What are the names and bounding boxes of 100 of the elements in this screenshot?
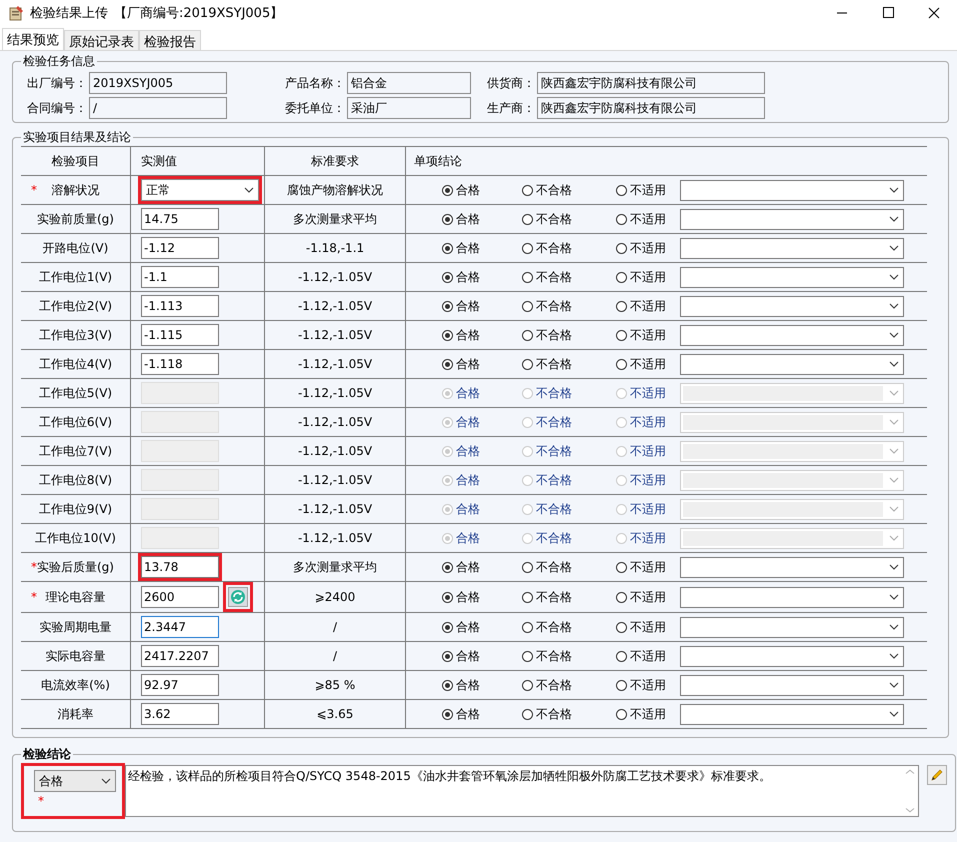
- readonly-field[interactable]: /: [89, 97, 227, 119]
- value-field[interactable]: 2417.2207: [141, 645, 219, 667]
- radio-button[interactable]: [442, 300, 453, 312]
- radio-button[interactable]: [616, 272, 627, 282]
- item-label: 实验周期电量: [40, 618, 112, 636]
- standard-text: -1.12,-1.05V: [298, 357, 372, 371]
- remark-dropdown[interactable]: [680, 238, 904, 258]
- value-field[interactable]: -1.12: [141, 237, 219, 259]
- radio-button[interactable]: [522, 650, 533, 662]
- remark-dropdown[interactable]: [680, 266, 904, 288]
- value-field[interactable]: 2.3447: [141, 616, 219, 638]
- item-label: 电流效率(%): [41, 676, 110, 694]
- radio-button[interactable]: [616, 562, 627, 572]
- value-field[interactable]: 2600: [141, 586, 219, 608]
- radio-label: 合格: [456, 648, 480, 664]
- conclusion-dropdown[interactable]: 合格: [34, 770, 116, 792]
- standard-text: -1.12,-1.05V: [298, 415, 372, 429]
- standard-text: 多次测量求平均: [293, 560, 377, 574]
- remark-dropdown[interactable]: [680, 646, 904, 666]
- remark-dropdown[interactable]: [680, 616, 904, 638]
- radio-button[interactable]: [442, 708, 453, 720]
- radio-button[interactable]: [442, 184, 453, 196]
- radio-button[interactable]: [442, 272, 453, 282]
- remark-dropdown[interactable]: [680, 674, 904, 696]
- radio-button[interactable]: [442, 592, 453, 602]
- radio-button[interactable]: [442, 330, 453, 340]
- readonly-field[interactable]: 陕西鑫宏宇防腐科技有限公司: [537, 97, 765, 119]
- standard-text: ⩾2400: [314, 590, 356, 604]
- remark-dropdown[interactable]: [680, 324, 904, 346]
- radio-button[interactable]: [522, 592, 533, 602]
- value-field[interactable]: -1.1: [141, 266, 219, 288]
- radio-button[interactable]: [522, 708, 533, 720]
- radio-button[interactable]: [442, 214, 453, 224]
- radio-button[interactable]: [616, 680, 627, 690]
- radio-button[interactable]: [522, 272, 533, 282]
- readonly-field[interactable]: 采油厂: [347, 97, 471, 119]
- remark-dropdown[interactable]: [680, 180, 904, 200]
- tab[interactable]: 原始记录表: [64, 30, 139, 50]
- conclusion-text-area[interactable]: 经检验，该样品的所检项目符合Q/SYCQ 3548-2015《油水井套管环氧涂层加牺牲阳极外防腐工艺技术要求》标准要求。: [125, 765, 919, 817]
- radio-button[interactable]: [522, 300, 533, 312]
- chevron-down-icon: [889, 303, 899, 309]
- remark-dropdown[interactable]: [680, 586, 904, 608]
- radio-button[interactable]: [442, 680, 453, 690]
- readonly-field[interactable]: 2019XSYJ005: [89, 72, 227, 94]
- value-field[interactable]: 13.78: [141, 556, 219, 578]
- radio-button[interactable]: [616, 650, 627, 662]
- radio-button[interactable]: [442, 562, 453, 572]
- value-field[interactable]: -1.115: [141, 324, 219, 346]
- radio-button[interactable]: [522, 622, 533, 632]
- radio-label: 合格: [456, 182, 480, 198]
- item-label: 工作电位2(V): [38, 298, 112, 314]
- radio-button[interactable]: [522, 184, 533, 196]
- radio-button[interactable]: [522, 358, 533, 370]
- radio-button[interactable]: [442, 622, 453, 632]
- radio-button[interactable]: [522, 680, 533, 690]
- value-field[interactable]: -1.118: [141, 353, 219, 375]
- item-label: 理论电容量: [46, 588, 106, 606]
- radio-label: 不合格: [536, 356, 572, 372]
- chevron-down-icon: [889, 653, 899, 659]
- value-field[interactable]: -1.113: [141, 295, 219, 317]
- readonly-field[interactable]: 陕西鑫宏宇防腐科技有限公司: [537, 72, 765, 94]
- tab[interactable]: 检验报告: [139, 30, 201, 50]
- remark-dropdown[interactable]: [680, 704, 904, 724]
- radio-button[interactable]: [616, 592, 627, 602]
- radio-button[interactable]: [616, 242, 627, 254]
- radio-label: 不合格: [536, 706, 572, 722]
- remark-dropdown[interactable]: [680, 208, 904, 230]
- radio-button[interactable]: [522, 242, 533, 254]
- standard-text: 多次测量求平均: [293, 212, 377, 226]
- item-label: 工作电位9(V): [38, 500, 112, 518]
- readonly-field[interactable]: 铝合金: [347, 72, 471, 94]
- radio-button[interactable]: [616, 330, 627, 340]
- remark-dropdown[interactable]: [680, 296, 904, 316]
- value-field[interactable]: 3.62: [141, 703, 219, 725]
- radio-label: 合格: [456, 588, 480, 606]
- refresh-button[interactable]: [228, 587, 248, 607]
- tab[interactable]: 结果预览: [2, 28, 64, 50]
- radio-button[interactable]: [442, 242, 453, 254]
- value-dropdown[interactable]: 正常: [141, 179, 259, 201]
- remark-dropdown[interactable]: [680, 556, 904, 578]
- radio-button[interactable]: [522, 214, 533, 224]
- radio-button[interactable]: [616, 622, 627, 632]
- value-field[interactable]: 92.97: [141, 674, 219, 696]
- radio-button[interactable]: [616, 184, 627, 196]
- radio-button[interactable]: [442, 358, 453, 370]
- standard-text: 腐蚀产物溶解状况: [287, 182, 383, 196]
- remark-dropdown[interactable]: [680, 354, 904, 374]
- pencil-icon[interactable]: [927, 765, 947, 785]
- radio-button[interactable]: [616, 214, 627, 224]
- standard-text: -1.18,-1.1: [306, 241, 364, 255]
- radio-button[interactable]: [522, 562, 533, 572]
- field-label: 供货商：: [486, 74, 535, 92]
- radio-button[interactable]: [522, 330, 533, 340]
- radio-button[interactable]: [616, 358, 627, 370]
- radio-label: 不适用: [630, 618, 666, 636]
- radio-label: 合格: [456, 268, 480, 286]
- value-field[interactable]: 14.75: [141, 208, 219, 230]
- radio-button[interactable]: [442, 650, 453, 662]
- radio-button[interactable]: [616, 708, 627, 720]
- radio-button[interactable]: [616, 300, 627, 312]
